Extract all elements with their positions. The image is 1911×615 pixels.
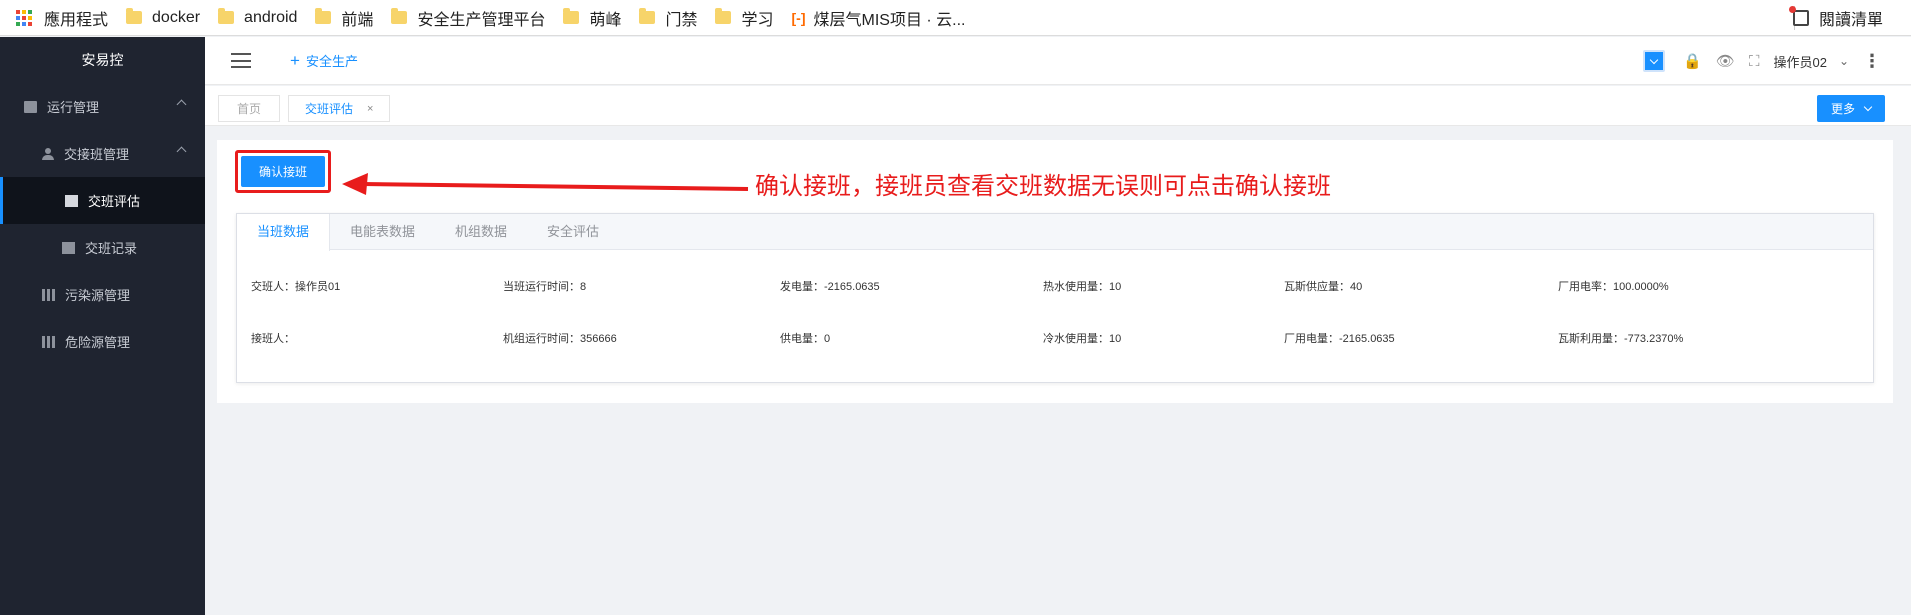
eye-icon[interactable]: 👁 — [1716, 52, 1735, 70]
field-handover-person: 交班人：操作员01 — [251, 281, 341, 293]
reading-list-icon — [1788, 6, 1809, 26]
close-icon[interactable]: × — [367, 103, 373, 115]
bookmark-apps[interactable]: 應用程式 — [16, 6, 108, 30]
header-actions: 🔒 👁 ⛶ 操作员02 ⌄ ⋮ — [1643, 47, 1881, 75]
sidebar-item-label: 交班记录 — [85, 241, 138, 256]
user-icon — [42, 147, 54, 160]
more-vert-icon[interactable]: ⋮ — [1863, 51, 1881, 72]
add-link-label: 安全生产 — [305, 54, 358, 69]
dropdown-toggle-button[interactable] — [1643, 50, 1666, 72]
confirm-highlight-box: 确认接班 — [235, 150, 331, 193]
sidebar-item-handover-records[interactable]: 交班记录 — [0, 224, 205, 271]
sidebar-item-label: 运行管理 — [47, 100, 100, 115]
sidebar-item-label: 污染源管理 — [65, 288, 131, 303]
apps-grid-icon — [16, 9, 32, 26]
user-name[interactable]: 操作员02 — [1773, 52, 1826, 71]
book-icon — [65, 194, 78, 207]
plus-icon: + — [290, 51, 300, 70]
field-plant-power-rate: 厂用电率：100.0000% — [1558, 281, 1669, 293]
brand-title: 安易控 — [81, 52, 124, 68]
aliyun-icon: [-] — [791, 9, 806, 26]
bookmark-mengfeng[interactable]: 萌峰 — [563, 6, 621, 30]
bookmark-study[interactable]: 学习 — [715, 6, 774, 30]
bookmark-label: docker — [152, 8, 201, 26]
sidebar-item-pollution-sources[interactable]: 污染源管理 — [0, 271, 205, 318]
sidebar-item-shift-handover[interactable]: 交接班管理 — [0, 130, 205, 177]
tab-safety-evaluation[interactable]: 安全评估 — [527, 214, 619, 250]
book-icon — [62, 241, 75, 254]
sidebar-item-hazard-sources[interactable]: 危险源管理 — [0, 318, 205, 365]
chevron-down-icon — [1863, 102, 1873, 112]
tags-bar: 首页 交班评估 × 更多 — [205, 86, 1911, 126]
more-label: 更多 — [1830, 102, 1855, 116]
sidebar-item-label: 交班评估 — [88, 194, 141, 209]
bookmark-label: 前端 — [341, 11, 374, 29]
confirm-handover-button[interactable]: 确认接班 — [241, 156, 325, 187]
folder-icon — [126, 8, 143, 24]
folder-icon — [391, 8, 408, 24]
bookmark-label: 萌峰 — [589, 11, 622, 29]
menu-toggle-icon[interactable] — [231, 53, 251, 68]
bookmark-label: 学习 — [741, 11, 774, 29]
field-gas-utilization: 瓦斯利用量：-773.2370% — [1558, 333, 1684, 345]
sidebar-item-label: 危险源管理 — [65, 335, 131, 350]
field-gas-supply: 瓦斯供应量：40 — [1284, 281, 1363, 293]
field-cold-water-usage: 冷水使用量：10 — [1043, 333, 1122, 345]
chevron-up-icon — [176, 146, 187, 157]
grid-icon — [42, 335, 55, 348]
folder-icon — [563, 8, 580, 24]
folder-icon — [218, 8, 235, 24]
top-header: + 安全生产 🔒 👁 ⛶ 操作员02 ⌄ ⋮ — [205, 37, 1911, 85]
tab-home[interactable]: 首页 — [218, 95, 280, 122]
tab-label: 交班评估 — [305, 102, 354, 116]
bookmark-label: android — [244, 8, 298, 26]
more-button[interactable]: 更多 — [1816, 95, 1885, 122]
bookmark-safety-platform[interactable]: 安全生产管理平台 — [391, 6, 545, 30]
field-hot-water-usage: 热水使用量：10 — [1043, 281, 1122, 293]
tab-meter-data[interactable]: 电能表数据 — [330, 214, 435, 250]
field-plant-power-usage: 厂用电量：-2165.0635 — [1284, 333, 1395, 345]
sidebar-item-handover-evaluation[interactable]: 交班评估 — [0, 177, 205, 224]
grid-icon — [42, 288, 55, 301]
tab-current-shift-data[interactable]: 当班数据 — [237, 214, 331, 251]
annotation-text: 确认接班，接班员查看交班数据无误则可点击确认接班 — [755, 173, 1331, 200]
fullscreen-icon[interactable]: ⛶ — [1749, 53, 1760, 70]
bookmarks-bar: 應用程式 docker android 前端 安全生产管理平台 萌峰 门禁 学习… — [0, 0, 1911, 36]
chart-icon — [24, 100, 37, 113]
sidebar-item-label: 交接班管理 — [64, 147, 130, 162]
bookmark-access-control[interactable]: 门禁 — [639, 6, 697, 30]
field-shift-run-time: 当班运行时间：8 — [503, 281, 587, 293]
field-power-supply: 供电量：0 — [780, 333, 831, 345]
tabs-header: 当班数据 电能表数据 机组数据 安全评估 — [237, 214, 1873, 251]
chevron-down-icon[interactable]: ⌄ — [1839, 54, 1849, 68]
bookmark-label: 安全生产管理平台 — [417, 11, 546, 29]
folder-icon — [639, 8, 656, 24]
bookmark-label: 门禁 — [665, 11, 698, 29]
tab-unit-data[interactable]: 机组数据 — [435, 214, 527, 250]
chevron-up-icon — [176, 99, 187, 110]
field-power-generation: 发电量：-2165.0635 — [780, 281, 880, 293]
bookmark-label: 煤层气MIS项目 · 云... — [813, 11, 966, 29]
reading-list-button[interactable]: 閱讀清單 — [1788, 0, 1883, 36]
bookmark-label: 應用程式 — [44, 11, 109, 29]
tab-handover-evaluation[interactable]: 交班评估 × — [288, 95, 391, 122]
sidebar-item-operation-management[interactable]: 运行管理 — [0, 83, 205, 130]
bookmark-android[interactable]: android — [218, 8, 298, 27]
reading-list-label: 閱讀清單 — [1818, 12, 1883, 29]
bookmark-frontend[interactable]: 前端 — [315, 6, 373, 30]
add-safety-production-link[interactable]: + 安全生产 — [290, 51, 358, 70]
data-tabs: 当班数据 电能表数据 机组数据 安全评估 交班人：操作员01 当班运行时间：8 … — [236, 213, 1874, 383]
field-unit-run-time: 机组运行时间：356666 — [503, 333, 617, 345]
field-takeover-person: 接班人： — [251, 333, 295, 345]
lock-icon[interactable]: 🔒 — [1683, 52, 1702, 70]
bookmark-mis-project[interactable]: [-] 煤层气MIS项目 · 云... — [792, 6, 966, 30]
sidebar: 安易控 运行管理 交接班管理 交班评估 交班记录 污染源管理 危险源管理 — [0, 37, 205, 615]
folder-icon — [715, 8, 732, 24]
bookmark-docker[interactable]: docker — [126, 8, 201, 27]
folder-icon — [315, 8, 332, 24]
